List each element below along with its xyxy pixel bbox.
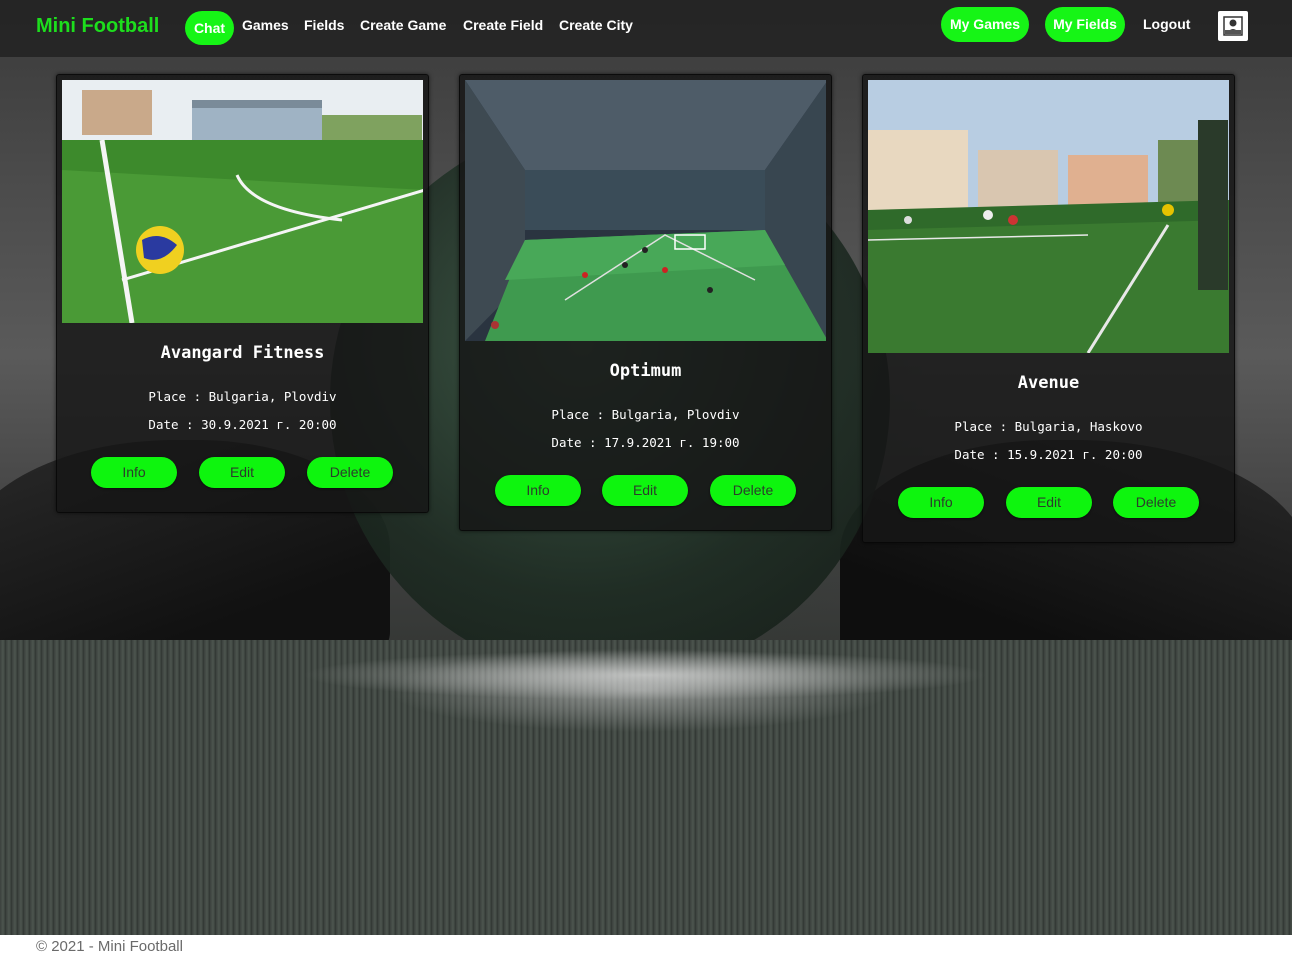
delete-button[interactable]: Delete bbox=[307, 457, 393, 488]
field-date: Date : 15.9.2021 г. 20:00 bbox=[954, 447, 1143, 462]
field-card: Optimum Place : Bulgaria, Plovdiv Date :… bbox=[459, 74, 832, 531]
nav-create-game[interactable]: Create Game bbox=[360, 17, 446, 33]
nav-chat[interactable]: Chat bbox=[185, 11, 234, 45]
nav-games[interactable]: Games bbox=[242, 17, 289, 33]
field-photo-image bbox=[465, 80, 826, 341]
info-button[interactable]: Info bbox=[495, 475, 581, 506]
field-photo bbox=[868, 80, 1229, 353]
field-title: Avangard Fitness bbox=[160, 343, 325, 363]
info-button[interactable]: Info bbox=[898, 487, 984, 518]
field-title: Optimum bbox=[609, 361, 682, 381]
field-photo bbox=[465, 80, 826, 341]
field-date: Date : 30.9.2021 г. 20:00 bbox=[148, 417, 337, 432]
field-photo-image bbox=[868, 80, 1229, 353]
field-place: Place : Bulgaria, Plovdiv bbox=[551, 407, 740, 422]
edit-button[interactable]: Edit bbox=[602, 475, 688, 506]
field-photo bbox=[62, 80, 423, 323]
field-place: Place : Bulgaria, Plovdiv bbox=[148, 389, 337, 404]
brand-logo-link[interactable]: Mini Football bbox=[36, 15, 159, 38]
nav-create-city[interactable]: Create City bbox=[559, 17, 633, 33]
profile-avatar-button[interactable] bbox=[1218, 11, 1248, 41]
field-card: Avenue Place : Bulgaria, Haskovo Date : … bbox=[862, 74, 1235, 543]
field-photo-image bbox=[62, 80, 423, 323]
nav-fields[interactable]: Fields bbox=[304, 17, 344, 33]
navbar: Mini Football Chat Games Fields Create G… bbox=[0, 0, 1292, 57]
field-date: Date : 17.9.2021 г. 19:00 bbox=[551, 435, 740, 450]
user-icon bbox=[1223, 16, 1243, 36]
field-title: Avenue bbox=[1017, 373, 1080, 393]
nav-logout[interactable]: Logout bbox=[1143, 16, 1190, 32]
info-button[interactable]: Info bbox=[91, 457, 177, 488]
field-place: Place : Bulgaria, Haskovo bbox=[954, 419, 1143, 434]
field-card: Avangard Fitness Place : Bulgaria, Plovd… bbox=[56, 74, 429, 513]
background-chalk-mark bbox=[300, 650, 990, 700]
delete-button[interactable]: Delete bbox=[710, 475, 796, 506]
edit-button[interactable]: Edit bbox=[199, 457, 285, 488]
nav-create-field[interactable]: Create Field bbox=[463, 17, 543, 33]
nav-my-games[interactable]: My Games bbox=[941, 7, 1029, 42]
nav-my-fields[interactable]: My Fields bbox=[1045, 7, 1125, 42]
edit-button[interactable]: Edit bbox=[1006, 487, 1092, 518]
delete-button[interactable]: Delete bbox=[1113, 487, 1199, 518]
footer-copyright: © 2021 - Mini Football bbox=[36, 938, 183, 955]
